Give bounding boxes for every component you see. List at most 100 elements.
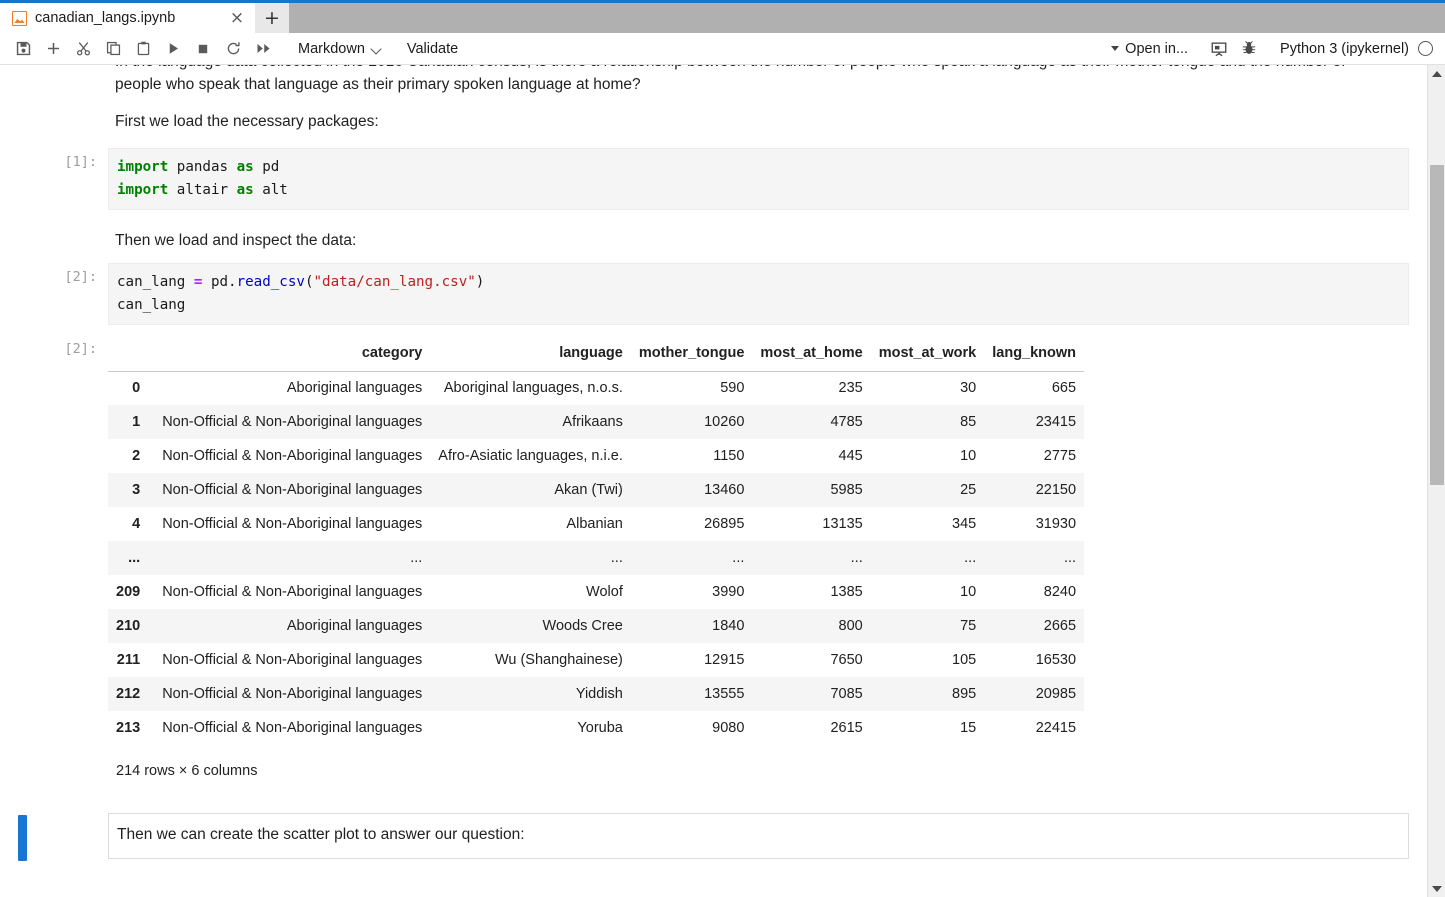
tab-bar: canadian_langs.ipynb × + xyxy=(0,0,1445,33)
bug-icon[interactable] xyxy=(1234,36,1264,62)
cell-lang_known: 2665 xyxy=(1043,617,1077,634)
copy-button[interactable] xyxy=(98,36,128,62)
code-editor-1[interactable]: import pandas as pd import altair as alt xyxy=(108,147,1409,210)
presentation-icon[interactable] xyxy=(1204,36,1234,62)
cell-lang_known: 22415 xyxy=(1035,719,1077,736)
mod-pandas: pandas xyxy=(168,158,237,175)
row-index: 210 xyxy=(116,617,141,634)
table-row: 212 Non-Official & Non-Aboriginal languag… xyxy=(108,677,1085,712)
table-row: 211 Non-Official & Non-Aboriginal languag… xyxy=(108,643,1084,677)
vertical-scrollbar[interactable] xyxy=(1427,65,1445,897)
save-button[interactable] xyxy=(8,36,38,62)
cell-category: Aboriginal languages xyxy=(286,379,423,396)
restart-run-all-button[interactable] xyxy=(248,36,278,62)
cell-most_at_work: ... xyxy=(964,549,977,566)
run-button[interactable] xyxy=(158,36,188,62)
alias-pd: pd xyxy=(253,158,280,175)
cell-most_at_work: 30 xyxy=(960,379,977,396)
cell-most_at_home: ... xyxy=(850,549,863,566)
cell-most_at_home: 13135 xyxy=(822,515,863,532)
cell-most_at_work: 10 xyxy=(960,583,977,600)
cell-lang_known: 665 xyxy=(1051,379,1077,396)
insert-cell-button[interactable] xyxy=(38,36,68,62)
dataframe-head: category language mother_tongue most_at_hom… xyxy=(108,338,1085,372)
notebook-icon xyxy=(12,10,27,26)
alias-alt: alt xyxy=(253,181,288,198)
load-data-text: Then we load and inspect the data: xyxy=(115,231,357,249)
paren-close: ) xyxy=(475,273,485,290)
scroll-up-button[interactable] xyxy=(1428,65,1445,82)
cell-most_at_work: 85 xyxy=(960,413,977,430)
paste-button[interactable] xyxy=(128,36,158,62)
table-row: 2 Non-Official & Non-Aboriginal languages… xyxy=(108,439,1084,473)
cell-category: Non-Official & Non-Aboriginal languages xyxy=(162,413,423,430)
validate-button[interactable]: Validate xyxy=(407,41,458,57)
markdown-cell-intro[interactable]: In the language data collected in the 20… xyxy=(0,65,1427,134)
cell-mother_tongue: 10260 xyxy=(704,413,745,430)
row-index: 0 xyxy=(132,379,141,396)
cell-most_at_work: 10 xyxy=(960,447,977,464)
markdown-cell-content[interactable]: Then we can create the scatter plot to a… xyxy=(108,813,1409,860)
cell-type-value: Markdown xyxy=(298,40,365,57)
close-icon[interactable]: × xyxy=(227,8,247,28)
new-tab-button[interactable]: + xyxy=(255,3,289,33)
code-editor-2[interactable]: can_lang = pd.read_csv("data/can_lang.cs… xyxy=(108,262,1409,325)
code-cell-imports[interactable]: [1]: import pandas as pd import altair a… xyxy=(0,147,1427,210)
restart-kernel-button[interactable] xyxy=(218,36,248,62)
cell-mother_tongue: ... xyxy=(732,549,745,566)
row-index: ... xyxy=(128,549,141,566)
cut-button[interactable] xyxy=(68,36,98,62)
cell-most_at_home: 800 xyxy=(838,617,863,634)
cell-most_at_home: 7085 xyxy=(830,685,863,702)
cell-mother_tongue: 13460 xyxy=(704,481,745,498)
column-header-most_at_work: most_at_work xyxy=(870,338,985,372)
cell-language: Wolof xyxy=(586,583,623,600)
markdown-cell-scatter-plot[interactable]: Then we can create the scatter plot to a… xyxy=(0,813,1427,862)
row-index: 211 xyxy=(116,651,141,668)
cell-language: Akan (Twi) xyxy=(554,481,623,498)
table-row: 209 Non-Official & Non-Aboriginal languag… xyxy=(108,575,1084,609)
row-index: 3 xyxy=(132,481,141,498)
cell-lang_known: 22150 xyxy=(1035,481,1077,498)
cell-prompt-1: [1]: xyxy=(64,153,97,170)
intro-paragraph: In the language data collected in the 20… xyxy=(115,65,1346,93)
cell-category: Non-Official & Non-Aboriginal languages xyxy=(162,583,423,600)
notebook-scroll-area[interactable]: In the language data collected in the 20… xyxy=(0,65,1427,897)
scrollbar-thumb[interactable] xyxy=(1430,165,1444,485)
cell-language: Aboriginal languages, n.o.s. xyxy=(443,379,623,396)
cell-language: Woods Cree xyxy=(542,617,623,634)
scroll-down-button[interactable] xyxy=(1428,880,1445,897)
table-row: 210 Aboriginal languages Woods Cree 1840 800… xyxy=(108,609,1085,644)
cell-most_at_work: 25 xyxy=(960,481,977,498)
column-header-lang_known: lang_known xyxy=(984,338,1085,372)
markdown-cell-load-data[interactable]: Then we load and inspect the data: xyxy=(0,230,1427,253)
stop-button[interactable] xyxy=(188,36,218,62)
cell-most_at_home: 5985 xyxy=(830,481,863,498)
column-header-category: category xyxy=(154,338,431,372)
triangle-down-icon xyxy=(1432,885,1442,892)
var-can-lang: can_lang xyxy=(117,273,194,290)
dataframe-shape-label: 214 rows × 6 columns xyxy=(116,763,258,780)
cell-lang_known: ... xyxy=(1063,549,1077,566)
table-row: 213 Non-Official & Non-Aboriginal languag… xyxy=(108,711,1084,745)
cell-mother_tongue: 26895 xyxy=(704,515,745,532)
load-packages-text: First we load the necessary packages: xyxy=(115,112,379,130)
mod-pd: pd. xyxy=(202,273,237,290)
dataframe-output-body: category language mother_tongue most_at_hom… xyxy=(108,338,1427,780)
tab-canadian-langs[interactable]: canadian_langs.ipynb × xyxy=(0,3,255,33)
open-in-dropdown[interactable]: Open in... xyxy=(1111,41,1188,57)
kernel-name-label[interactable]: Python 3 (ipykernel) xyxy=(1280,41,1409,57)
cell-category: Aboriginal languages xyxy=(286,617,423,634)
expr-can-lang: can_lang xyxy=(117,296,186,313)
cell-prompt-2: [2]: xyxy=(64,268,97,285)
code-cell-read-csv[interactable]: [2]: can_lang = pd.read_csv("data/can_la… xyxy=(0,262,1427,325)
chevron-down-icon xyxy=(372,45,383,52)
cell-type-dropdown[interactable]: Markdown xyxy=(294,39,387,59)
table-row: 0 Aboriginal languages Aboriginal language… xyxy=(108,371,1084,405)
cell-lang_known: 31930 xyxy=(1035,515,1077,532)
row-index: 1 xyxy=(132,413,141,430)
cell-most_at_home: 235 xyxy=(838,379,863,396)
dataframe-header-row: category language mother_tongue most_at_hom… xyxy=(108,338,1085,372)
open-in-label: Open in... xyxy=(1125,40,1189,57)
row-index: 2 xyxy=(132,447,141,464)
